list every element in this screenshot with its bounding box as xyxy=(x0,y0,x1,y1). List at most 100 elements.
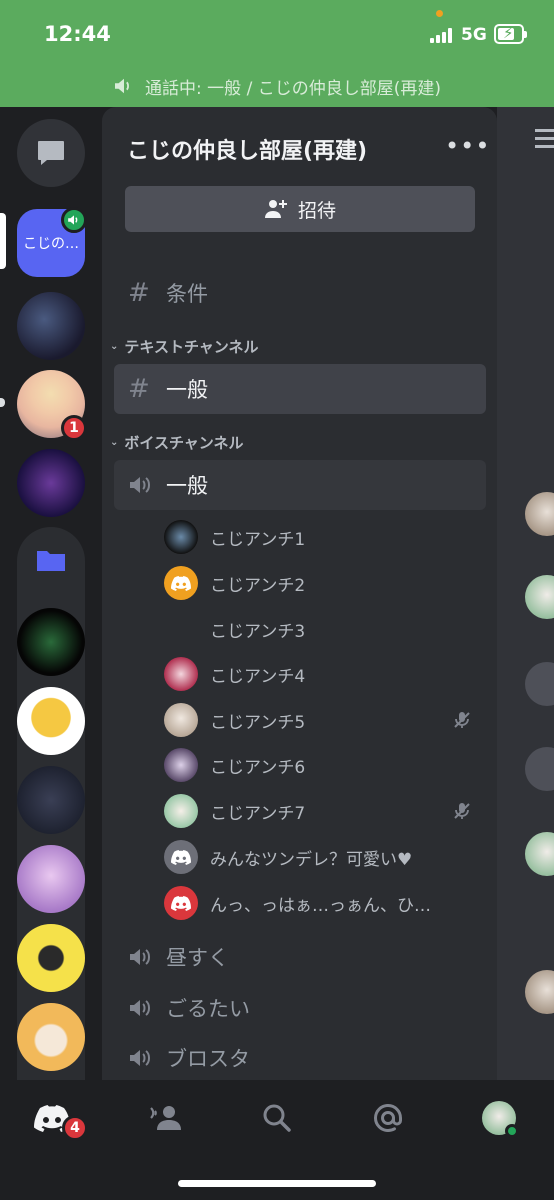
nav-search[interactable] xyxy=(253,1098,301,1138)
server-rail: こじの… 1 xyxy=(0,107,102,1080)
channel-label: 一般 xyxy=(166,474,208,498)
server-title[interactable]: こじの仲良し部屋(再建) xyxy=(127,133,367,165)
battery-icon: ⚡ xyxy=(494,24,527,44)
network-type: 5G xyxy=(461,25,487,45)
channel-label: 昼すく xyxy=(166,946,229,970)
chat-bubble-icon xyxy=(38,141,64,165)
voice-user-name: こじアンチ3 xyxy=(210,621,306,642)
voice-user-name: こじアンチ5 xyxy=(210,712,306,733)
avatar xyxy=(164,703,198,737)
category-text-channels[interactable]: ⌄ テキストチャンネル xyxy=(110,336,259,357)
speaker-icon xyxy=(130,1000,150,1016)
unread-indicator xyxy=(0,398,5,407)
chevron-down-icon: ⌄ xyxy=(110,341,119,352)
server-orange-costume[interactable] xyxy=(17,1003,85,1071)
hash-icon: # xyxy=(128,374,150,404)
voice-user[interactable]: こじアンチ7 xyxy=(164,791,484,831)
signal-icon xyxy=(430,27,456,43)
voice-connected-badge xyxy=(61,207,87,233)
speaker-icon xyxy=(130,1050,150,1066)
avatar xyxy=(164,886,198,920)
channel-rules[interactable]: # 条件 xyxy=(114,268,486,318)
hash-icon: # xyxy=(128,278,150,308)
folder-icon xyxy=(37,551,65,571)
server-yellow-character[interactable] xyxy=(17,924,85,992)
channel-text-general[interactable]: # 一般 xyxy=(114,364,486,414)
nav-mentions[interactable] xyxy=(364,1098,412,1138)
voice-user[interactable]: んっ、っはぁ…っぁん、ひ… xyxy=(164,883,484,923)
status-bar: 12:44 5G ⚡ 通話中: 一般 / こじの仲良し部屋(再建) xyxy=(0,0,554,107)
server-options-button[interactable]: ••• xyxy=(445,134,490,158)
home-indicator xyxy=(178,1180,376,1187)
bottom-navigation: 4 xyxy=(0,1080,554,1200)
channel-voice-general[interactable]: 一般 xyxy=(114,460,486,510)
server-dark-scene[interactable] xyxy=(17,766,85,834)
mention-count-badge: 1 xyxy=(61,415,87,441)
active-server-pill xyxy=(0,213,6,269)
avatar xyxy=(525,575,554,619)
avatar xyxy=(164,794,198,828)
speaker-icon xyxy=(130,477,150,493)
category-voice-channels[interactable]: ⌄ ボイスチャンネル xyxy=(110,432,244,453)
server-asm[interactable] xyxy=(17,449,85,517)
channel-voice-gorutai[interactable]: ごるたい xyxy=(114,983,486,1033)
voice-user[interactable]: こじアンチ6 xyxy=(164,745,484,785)
category-label: ボイスチャンネル xyxy=(124,434,244,452)
voice-user-name: こじアンチ2 xyxy=(210,575,306,596)
chevron-down-icon: ⌄ xyxy=(110,437,119,448)
voice-user-name: こじアンチ7 xyxy=(210,803,306,824)
home-notification-badge: 4 xyxy=(62,1115,88,1141)
avatar xyxy=(164,520,198,554)
channel-voice-hirusuku[interactable]: 昼すく xyxy=(114,932,486,982)
server-label: こじの… xyxy=(23,236,79,252)
avatar xyxy=(164,657,198,691)
server-purple-art[interactable] xyxy=(17,845,85,913)
voice-user[interactable]: こじアンチ3 xyxy=(164,609,484,649)
voice-user-name: こじアンチ4 xyxy=(210,666,306,687)
folder-button[interactable] xyxy=(17,527,85,595)
add-user-icon xyxy=(264,200,287,218)
voice-user[interactable]: みんなツンデレ？可愛い♥ xyxy=(164,837,484,877)
avatar xyxy=(525,492,554,536)
channel-label: 条件 xyxy=(166,282,208,306)
muted-mic-icon xyxy=(454,712,470,728)
online-status-dot xyxy=(505,1124,519,1138)
friends-wave-icon xyxy=(150,1106,181,1130)
speaker-icon xyxy=(68,215,78,225)
direct-messages-button[interactable] xyxy=(17,119,85,187)
voice-user-name: こじアンチ6 xyxy=(210,757,306,778)
server-yellow-mascot[interactable] xyxy=(17,687,85,755)
ongoing-call-banner[interactable]: 通話中: 一般 / こじの仲良し部屋(再建) xyxy=(0,70,554,102)
discord-logo-icon xyxy=(171,575,191,591)
avatar xyxy=(164,748,198,782)
invite-label: 招待 xyxy=(297,199,336,222)
chat-preview-edge[interactable] xyxy=(497,107,554,1080)
discord-logo-icon xyxy=(171,895,191,911)
voice-user[interactable]: こじアンチ1 xyxy=(164,517,484,557)
hamburger-icon xyxy=(535,129,554,153)
server-neon-logo[interactable] xyxy=(17,608,85,676)
voice-user[interactable]: こじアンチ4 xyxy=(164,654,484,694)
nav-friends[interactable] xyxy=(140,1098,188,1138)
avatar xyxy=(525,832,554,876)
channel-panel: こじの仲良し部屋(再建) ••• 招待 # 条件 ⌄ テキストチャンネル # 一… xyxy=(102,107,497,1080)
clock: 12:44 xyxy=(44,22,111,46)
avatar xyxy=(525,662,554,706)
avatar xyxy=(164,566,198,600)
avatar xyxy=(525,970,554,1014)
search-icon xyxy=(263,1104,291,1132)
channel-label: 一般 xyxy=(166,378,208,402)
invite-button[interactable]: 招待 xyxy=(125,186,475,232)
server-rgl[interactable] xyxy=(17,292,85,360)
channel-label: ブロスタ xyxy=(166,1047,250,1071)
voice-user-name: んっ、っはぁ…っぁん、ひ… xyxy=(210,895,431,916)
category-label: テキストチャンネル xyxy=(124,338,259,356)
voice-user[interactable]: こじアンチ5 xyxy=(164,700,484,740)
avatar xyxy=(525,747,554,791)
voice-user-name: こじアンチ1 xyxy=(210,529,306,550)
at-sign-icon xyxy=(374,1104,402,1133)
muted-mic-icon xyxy=(454,803,470,819)
nav-profile[interactable] xyxy=(475,1098,523,1138)
channel-voice-brosta[interactable]: ブロスタ xyxy=(114,1033,486,1080)
voice-user[interactable]: こじアンチ2 xyxy=(164,563,484,603)
